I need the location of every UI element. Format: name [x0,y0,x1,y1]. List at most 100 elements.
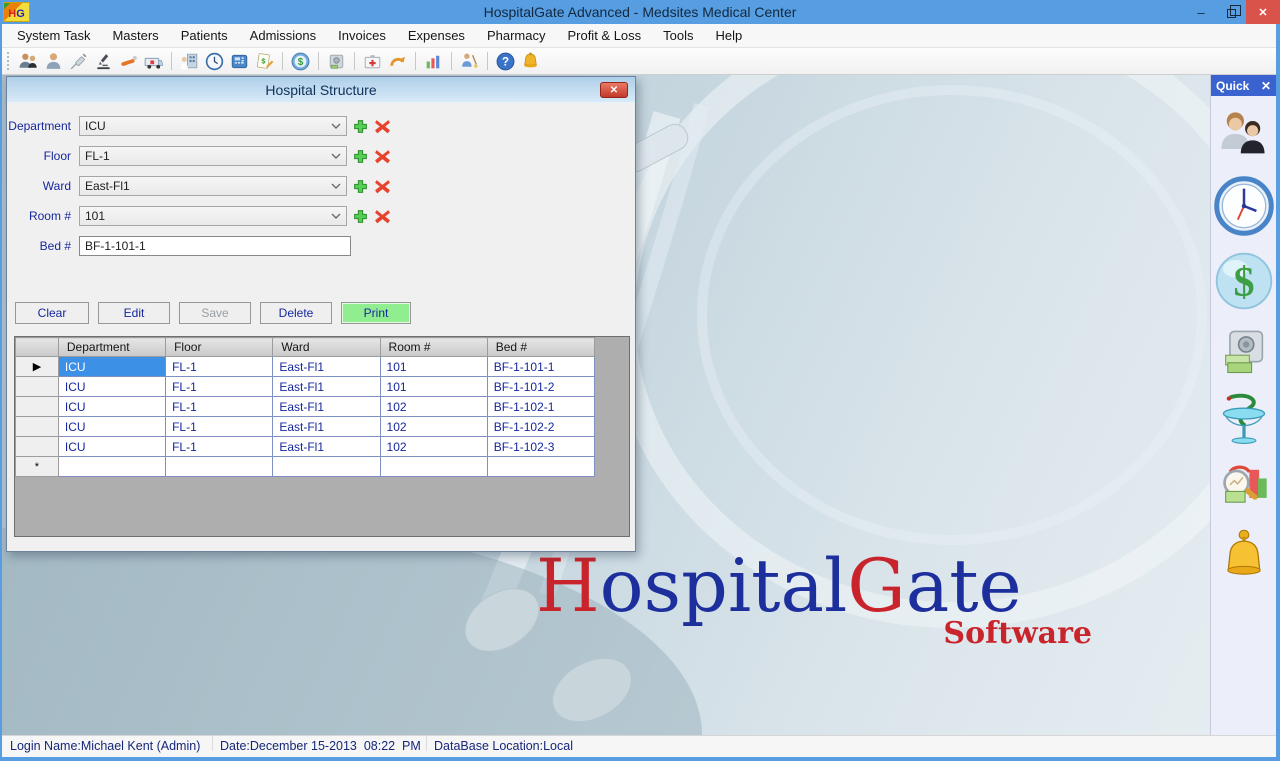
patient-icon[interactable] [43,51,64,72]
grid-cell[interactable]: ICU [58,417,165,437]
delete-button[interactable]: Delete [260,302,332,324]
help-icon[interactable]: ? [495,51,516,72]
grid-cell[interactable]: East-Fl1 [273,417,380,437]
grid-column-header[interactable]: Room # [380,338,487,357]
delete-floor-button[interactable] [374,148,391,165]
quick-alerts-icon[interactable] [1217,526,1271,580]
delete-room-button[interactable] [374,208,391,225]
menu-help[interactable]: Help [705,24,754,48]
grid-cell[interactable] [380,457,487,477]
quick-cash-safe-icon[interactable] [1217,325,1271,379]
quick-billing-icon[interactable]: $ [1213,250,1275,312]
row-selector[interactable] [16,377,59,397]
syringe-icon[interactable] [68,51,89,72]
grid-cell[interactable] [166,457,273,477]
grid-cell[interactable]: ICU [58,437,165,457]
grid-column-header[interactable]: Department [58,338,165,357]
row-selector[interactable]: * [16,457,59,477]
grid-column-header[interactable]: Bed # [487,338,594,357]
menu-system-task[interactable]: System Task [6,24,101,48]
print-button[interactable]: Print [341,302,411,324]
delete-ward-button[interactable] [374,178,391,195]
menu-invoices[interactable]: Invoices [327,24,397,48]
restore-button[interactable] [1216,0,1246,24]
grid-cell[interactable]: East-Fl1 [273,397,380,417]
quick-patients-icon[interactable] [1217,108,1271,162]
add-floor-button[interactable] [352,148,369,165]
first-aid-box-icon[interactable] [362,51,383,72]
grid-column-header[interactable]: Ward [273,338,380,357]
menu-pharmacy[interactable]: Pharmacy [476,24,557,48]
row-selector[interactable] [16,437,59,457]
dialog-titlebar[interactable]: Hospital Structure ✕ [7,77,635,103]
bell-icon[interactable] [520,51,541,72]
delete-department-button[interactable] [374,118,391,135]
clear-button[interactable]: Clear [15,302,89,324]
menu-admissions[interactable]: Admissions [239,24,327,48]
grid-cell[interactable]: ICU [58,357,165,377]
grid-cell[interactable] [273,457,380,477]
patients-group-icon[interactable] [18,51,39,72]
quick-clock-icon[interactable] [1213,175,1275,237]
department-combobox[interactable]: ICU [79,116,347,136]
menu-profit-loss[interactable]: Profit & Loss [556,24,652,48]
menu-patients[interactable]: Patients [170,24,239,48]
edit-button[interactable]: Edit [98,302,170,324]
grid-cell[interactable]: 101 [380,377,487,397]
quick-pharmacy-icon[interactable] [1217,392,1271,446]
menu-expenses[interactable]: Expenses [397,24,476,48]
close-button[interactable]: ✕ [1246,0,1280,24]
grid-cell[interactable]: BF-1-101-2 [487,377,594,397]
bed-number-input[interactable]: BF-1-101-1 [79,236,351,256]
grid-cell[interactable]: BF-1-102-3 [487,437,594,457]
menu-tools[interactable]: Tools [652,24,704,48]
grid-cell[interactable]: ICU [58,397,165,417]
ambulance-icon[interactable] [143,51,164,72]
grid-cell[interactable]: FL-1 [166,377,273,397]
grid-cell[interactable]: ICU [58,377,165,397]
grid-cell[interactable]: BF-1-102-1 [487,397,594,417]
phone-icon[interactable] [229,51,250,72]
toolbar-grip[interactable] [7,52,11,70]
dialog-close-button[interactable]: ✕ [600,82,628,98]
grid-cell[interactable]: FL-1 [166,417,273,437]
chart-icon[interactable] [423,51,444,72]
grid-cell[interactable]: FL-1 [166,437,273,457]
invoice-icon[interactable]: $ [254,51,275,72]
grid-cell[interactable]: BF-1-101-1 [487,357,594,377]
grid-cell[interactable]: FL-1 [166,397,273,417]
grid-selector-header[interactable] [16,338,59,357]
safe-box-icon[interactable] [326,51,347,72]
grid-cell[interactable]: BF-1-102-2 [487,417,594,437]
grid-cell[interactable]: 102 [380,437,487,457]
cleanup-icon[interactable] [459,51,480,72]
thermometer-icon[interactable] [118,51,139,72]
row-selector[interactable] [16,417,59,437]
grid-cell[interactable] [487,457,594,477]
row-selector[interactable] [16,397,59,417]
grid-cell[interactable] [58,457,165,477]
grid-column-header[interactable]: Floor [166,338,273,357]
add-ward-button[interactable] [352,178,369,195]
hospital-admission-icon[interactable] [179,51,200,72]
undo-arrow-icon[interactable] [387,51,408,72]
grid-cell[interactable]: 102 [380,417,487,437]
minimize-button[interactable]: – [1186,0,1216,24]
dollar-coin-icon[interactable]: $ [290,51,311,72]
quick-reports-icon[interactable] [1217,459,1271,513]
room-combobox[interactable]: 101 [79,206,347,226]
grid-cell[interactable]: East-Fl1 [273,357,380,377]
grid-cell[interactable]: FL-1 [166,357,273,377]
quick-panel-close-icon[interactable]: ✕ [1261,79,1271,93]
grid-cell[interactable]: East-Fl1 [273,437,380,457]
grid-cell[interactable]: 102 [380,397,487,417]
ward-combobox[interactable]: East-Fl1 [79,176,347,196]
save-button[interactable]: Save [179,302,251,324]
floor-combobox[interactable]: FL-1 [79,146,347,166]
menu-masters[interactable]: Masters [101,24,169,48]
grid-cell[interactable]: East-Fl1 [273,377,380,397]
clock-icon[interactable] [204,51,225,72]
grid-cell[interactable]: 101 [380,357,487,377]
add-department-button[interactable] [352,118,369,135]
add-room-button[interactable] [352,208,369,225]
